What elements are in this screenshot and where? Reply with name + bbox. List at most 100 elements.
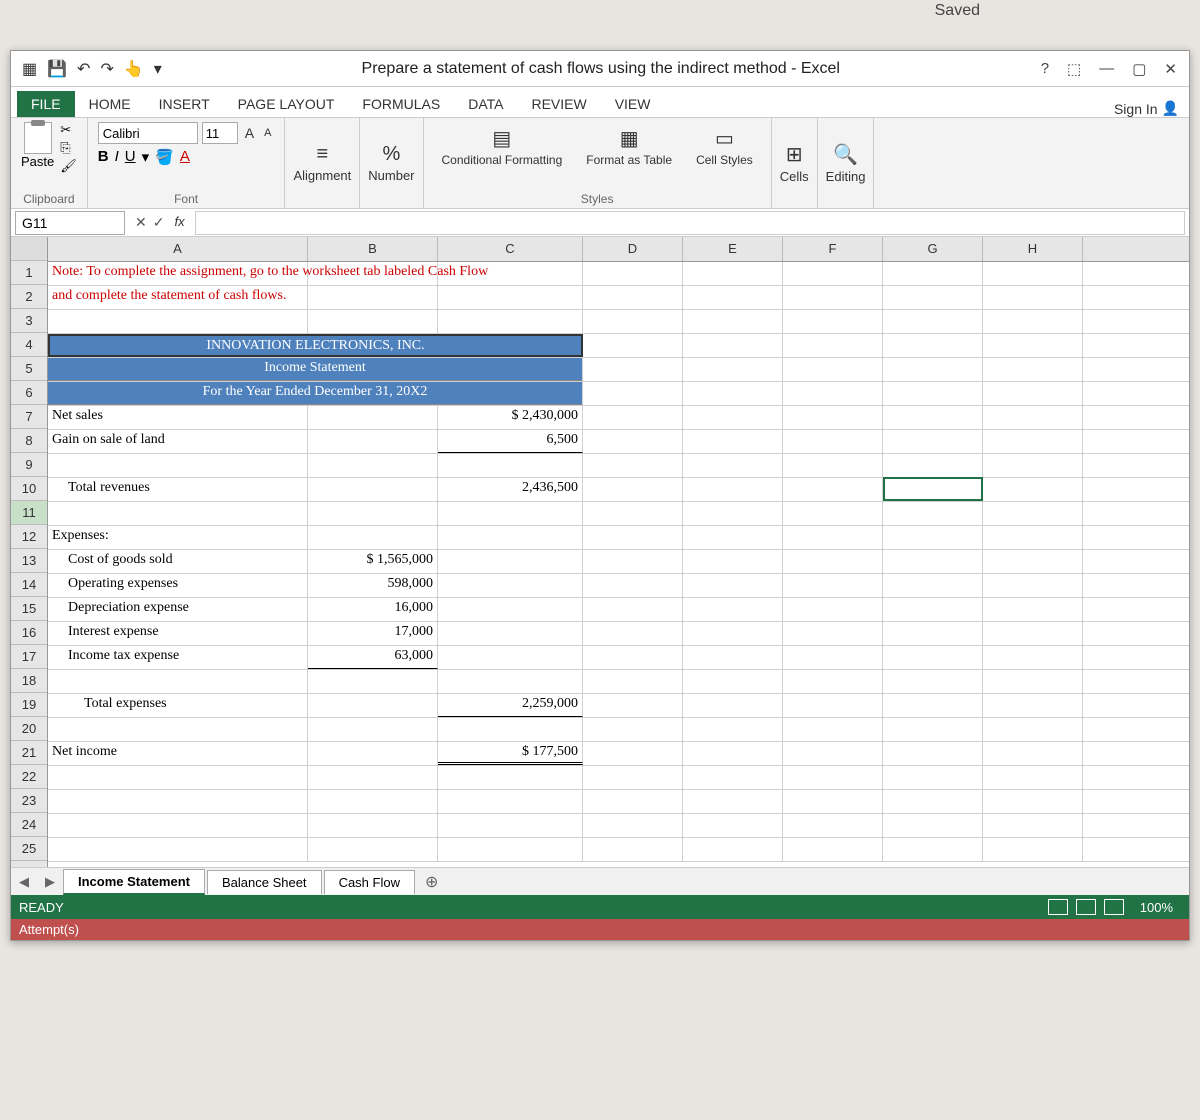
cell-a15[interactable]: Depreciation expense xyxy=(48,598,308,621)
cell-c7[interactable]: $ 2,430,000 xyxy=(438,406,583,429)
row-header[interactable]: 5 xyxy=(11,357,47,381)
col-header[interactable]: D xyxy=(583,237,683,261)
row-header[interactable]: 9 xyxy=(11,453,47,477)
cell-c21[interactable]: $ 177,500 xyxy=(438,742,583,765)
increase-font-icon[interactable]: A xyxy=(242,125,257,141)
row-header[interactable]: 7 xyxy=(11,405,47,429)
cell-c19[interactable]: 2,259,000 xyxy=(438,694,583,717)
row-header[interactable]: 10 xyxy=(11,477,47,501)
tab-data[interactable]: DATA xyxy=(454,91,517,117)
tab-nav-next[interactable]: ▶ xyxy=(37,874,63,890)
cell-a19[interactable]: Total expenses xyxy=(48,694,308,717)
conditional-formatting-button[interactable]: ▤ Conditional Formatting xyxy=(434,122,571,171)
row-header[interactable]: 1 xyxy=(11,261,47,285)
cell-a8[interactable]: Gain on sale of land xyxy=(48,430,308,453)
row-header[interactable]: 8 xyxy=(11,429,47,453)
select-all-corner[interactable] xyxy=(11,237,47,261)
row-header[interactable]: 12 xyxy=(11,525,47,549)
col-header[interactable]: G xyxy=(883,237,983,261)
zoom-level[interactable]: 100% xyxy=(1132,900,1181,915)
cell-styles-button[interactable]: ▭ Cell Styles xyxy=(688,122,761,171)
cell-a16[interactable]: Interest expense xyxy=(48,622,308,645)
enter-formula-icon[interactable]: ✓ xyxy=(153,214,165,231)
add-sheet-icon[interactable]: ⊕ xyxy=(417,872,446,892)
row-header[interactable]: 4 xyxy=(11,333,47,357)
font-size-input[interactable] xyxy=(202,122,238,144)
row-header[interactable]: 23 xyxy=(11,789,47,813)
row-header[interactable]: 16 xyxy=(11,621,47,645)
tab-view[interactable]: VIEW xyxy=(601,91,665,117)
undo-icon[interactable]: ↶ xyxy=(74,59,93,79)
cell-b14[interactable]: 598,000 xyxy=(308,574,438,597)
page-layout-view-icon[interactable] xyxy=(1076,899,1096,915)
alignment-button[interactable]: ≡ Alignment xyxy=(285,118,360,208)
col-header[interactable]: F xyxy=(783,237,883,261)
sheet-tab-cashflow[interactable]: Cash Flow xyxy=(324,870,415,894)
help-icon[interactable]: ? xyxy=(1037,60,1053,78)
border-icon[interactable]: ▾ xyxy=(142,148,150,166)
tab-formulas[interactable]: FORMULAS xyxy=(348,91,454,117)
cell-a12[interactable]: Expenses: xyxy=(48,526,308,549)
row-header[interactable]: 18 xyxy=(11,669,47,693)
page-break-view-icon[interactable] xyxy=(1104,899,1124,915)
cell-a1[interactable]: Note: To complete the assignment, go to … xyxy=(48,262,308,285)
cell-b15[interactable]: 16,000 xyxy=(308,598,438,621)
cells-area[interactable]: Note: To complete the assignment, go to … xyxy=(48,262,1189,862)
minimize-icon[interactable]: — xyxy=(1095,60,1118,78)
row-header[interactable]: 22 xyxy=(11,765,47,789)
cell-a2[interactable]: and complete the statement of cash flows… xyxy=(48,286,308,309)
sign-in-link[interactable]: Sign In 👤 xyxy=(1114,100,1189,117)
row-header[interactable]: 3 xyxy=(11,309,47,333)
cell-a10[interactable]: Total revenues xyxy=(48,478,308,501)
cancel-formula-icon[interactable]: ✕ xyxy=(135,214,147,231)
italic-button[interactable]: I xyxy=(115,148,119,166)
cell-b13[interactable]: $ 1,565,000 xyxy=(308,550,438,573)
tab-home[interactable]: HOME xyxy=(75,91,145,117)
row-header[interactable]: 2 xyxy=(11,285,47,309)
cell-a4[interactable]: INNOVATION ELECTRONICS, INC. xyxy=(48,334,583,357)
format-as-table-button[interactable]: ▦ Format as Table xyxy=(578,122,680,171)
col-header[interactable]: C xyxy=(438,237,583,261)
bold-button[interactable]: B xyxy=(98,148,109,166)
col-header[interactable]: A xyxy=(48,237,308,261)
row-header[interactable]: 19 xyxy=(11,693,47,717)
decrease-font-icon[interactable]: A xyxy=(261,127,274,139)
redo-icon[interactable]: ↷ xyxy=(97,59,116,79)
underline-button[interactable]: U xyxy=(125,148,136,166)
row-header[interactable]: 6 xyxy=(11,381,47,405)
col-header[interactable]: H xyxy=(983,237,1083,261)
font-name-input[interactable] xyxy=(98,122,198,144)
touch-mode-icon[interactable]: 👆 xyxy=(121,59,147,79)
qat-customize-icon[interactable]: ▾ xyxy=(151,59,165,79)
fill-color-icon[interactable]: 🪣 xyxy=(155,148,174,166)
row-header[interactable]: 21 xyxy=(11,741,47,765)
cell-a14[interactable]: Operating expenses xyxy=(48,574,308,597)
row-header[interactable]: 24 xyxy=(11,813,47,837)
cell-a6[interactable]: For the Year Ended December 31, 20X2 xyxy=(48,382,583,405)
col-header[interactable]: B xyxy=(308,237,438,261)
tab-nav-prev[interactable]: ◀ xyxy=(11,874,37,890)
cell-a21[interactable]: Net income xyxy=(48,742,308,765)
formula-bar[interactable] xyxy=(195,211,1185,235)
tab-pagelayout[interactable]: PAGE LAYOUT xyxy=(224,91,349,117)
cell-a7[interactable]: Net sales xyxy=(48,406,308,429)
cell-a17[interactable]: Income tax expense xyxy=(48,646,308,669)
cell-c8[interactable]: 6,500 xyxy=(438,430,583,453)
close-icon[interactable]: ✕ xyxy=(1160,60,1181,78)
cell-a13[interactable]: Cost of goods sold xyxy=(48,550,308,573)
cells-button[interactable]: ⊞ Cells xyxy=(772,118,818,208)
tab-review[interactable]: REVIEW xyxy=(517,91,600,117)
row-header[interactable]: 17 xyxy=(11,645,47,669)
cut-icon[interactable]: ✂ xyxy=(60,122,77,138)
row-header[interactable]: 11 xyxy=(11,501,47,525)
cell-b16[interactable]: 17,000 xyxy=(308,622,438,645)
sheet-tab-balance[interactable]: Balance Sheet xyxy=(207,870,322,894)
row-header[interactable]: 25 xyxy=(11,837,47,861)
save-icon[interactable]: 💾 xyxy=(44,59,70,79)
number-button[interactable]: % Number xyxy=(360,118,423,208)
row-header[interactable]: 20 xyxy=(11,717,47,741)
row-header[interactable]: 14 xyxy=(11,573,47,597)
cell-c10[interactable]: 2,436,500 xyxy=(438,478,583,501)
font-color-icon[interactable]: A xyxy=(180,148,190,166)
tab-file[interactable]: FILE xyxy=(17,91,75,117)
